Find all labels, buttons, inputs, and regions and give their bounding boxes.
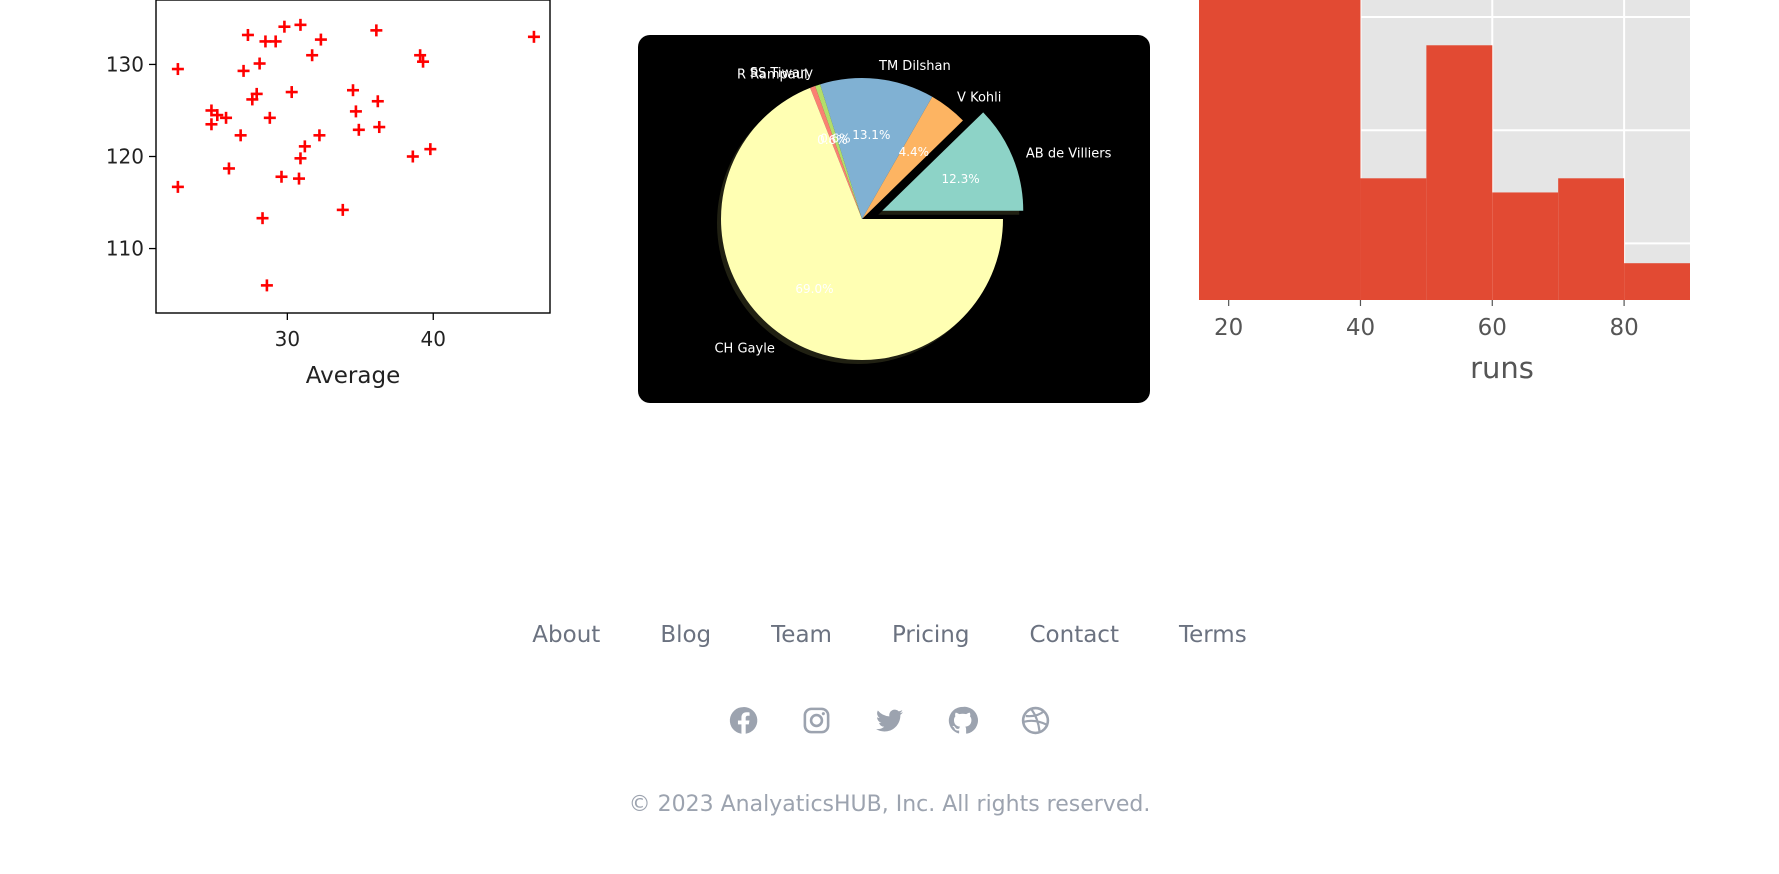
footer-link-contact[interactable]: Contact	[1029, 622, 1118, 648]
scatter-point	[294, 18, 307, 31]
scatter-point	[314, 33, 327, 46]
scatter-point	[293, 172, 306, 185]
scatter-point	[294, 152, 307, 165]
histogram-bar	[1360, 178, 1427, 300]
scatter-point	[285, 86, 298, 99]
scatter-point	[370, 24, 383, 37]
scatter-point	[253, 57, 266, 70]
scatter-point	[171, 63, 184, 76]
pie-slice-pct: 0.6%	[817, 133, 848, 147]
scatter-point	[256, 212, 269, 225]
pie-slice-label: R Rampaul	[737, 68, 808, 83]
histogram-axes: 20 40 60 80	[1214, 300, 1639, 341]
scatter-point	[205, 118, 218, 131]
histogram-x-tick-label: 20	[1214, 315, 1243, 341]
scatter-y-tick-label: 130	[106, 52, 144, 76]
scatter-point	[269, 35, 282, 48]
footer-link-terms[interactable]: Terms	[1179, 622, 1247, 648]
scatter-y-tick-label: 110	[106, 237, 144, 261]
scatter-point	[424, 143, 437, 156]
scatter-y-tick-label: 120	[106, 145, 144, 169]
instagram-icon[interactable]	[801, 705, 832, 736]
pie-slice-pct: 4.4%	[899, 145, 930, 159]
scatter-point	[306, 49, 319, 62]
histogram-chart: 20 40 60 80 runs	[1199, 0, 1690, 385]
scatter-frame	[155, 0, 551, 314]
scatter-point	[278, 20, 291, 33]
histogram-x-tick-label: 40	[1346, 315, 1375, 341]
scatter-point	[259, 35, 272, 48]
histogram-bar	[1426, 45, 1493, 300]
pie-slice-label: TM Dilshan	[878, 59, 951, 74]
scatter-point	[352, 123, 365, 136]
scatter-point	[347, 84, 359, 97]
histogram-x-label: runs	[1470, 351, 1534, 385]
scatter-point	[237, 64, 250, 77]
scatter-point	[263, 111, 276, 124]
histogram-bar	[1624, 263, 1690, 300]
scatter-point	[336, 203, 349, 216]
footer-link-team[interactable]: Team	[771, 622, 832, 648]
footer-link-about[interactable]: About	[532, 622, 600, 648]
scatter-point	[349, 105, 362, 118]
scatter-point	[275, 170, 288, 183]
histogram-bar	[1492, 192, 1559, 300]
pie-slice-pct: 13.1%	[852, 128, 890, 142]
scatter-chart: 110 120 130 30 40 Average	[106, 0, 551, 389]
pie-slice-pct: 69.0%	[795, 282, 833, 296]
scatter-point	[406, 150, 419, 163]
scatter-point	[527, 30, 540, 43]
scatter-points	[171, 18, 540, 292]
histogram-x-tick-label: 80	[1609, 315, 1638, 341]
scatter-point	[373, 121, 386, 134]
scatter-point	[171, 180, 184, 193]
facebook-icon[interactable]	[728, 705, 759, 736]
scatter-x-tick-label: 30	[275, 327, 300, 351]
histogram-bar	[1199, 0, 1361, 300]
scatter-point	[260, 279, 273, 292]
scatter-x-tick-label: 40	[421, 327, 446, 351]
pie-slice-label: V Kohli	[957, 90, 1001, 105]
histogram-bar	[1558, 178, 1625, 300]
scatter-point	[222, 162, 235, 175]
pie-chart: 12.3% AB de Villiers 4.4% V Kohli 13.1% TM Di…	[638, 35, 1150, 403]
social-links	[0, 705, 1779, 736]
footer-link-blog[interactable]: Blog	[660, 622, 711, 648]
scatter-point	[298, 140, 311, 153]
copyright-text: © 2023 AnalyaticsHUB, Inc. All rights re…	[628, 792, 1151, 817]
scatter-point	[220, 111, 233, 124]
scatter-point	[234, 129, 247, 142]
twitter-icon[interactable]	[874, 705, 905, 736]
pie-slice-pct: 12.3%	[942, 172, 980, 186]
scatter-x-label: Average	[306, 363, 400, 389]
scatter-point	[371, 95, 384, 108]
scatter-point	[241, 28, 254, 41]
footer-link-pricing[interactable]: Pricing	[892, 622, 970, 648]
footer-nav: About Blog Team Pricing Contact Terms	[0, 622, 1779, 648]
pie-slice-label: CH Gayle	[714, 341, 774, 356]
scatter-point	[313, 129, 326, 142]
dribbble-icon[interactable]	[1020, 705, 1051, 736]
pie-slice-label: AB de Villiers	[1026, 146, 1112, 161]
histogram-x-tick-label: 60	[1478, 315, 1507, 341]
github-icon[interactable]	[947, 705, 978, 736]
scatter-axes: 110 120 130 30 40	[106, 52, 446, 351]
